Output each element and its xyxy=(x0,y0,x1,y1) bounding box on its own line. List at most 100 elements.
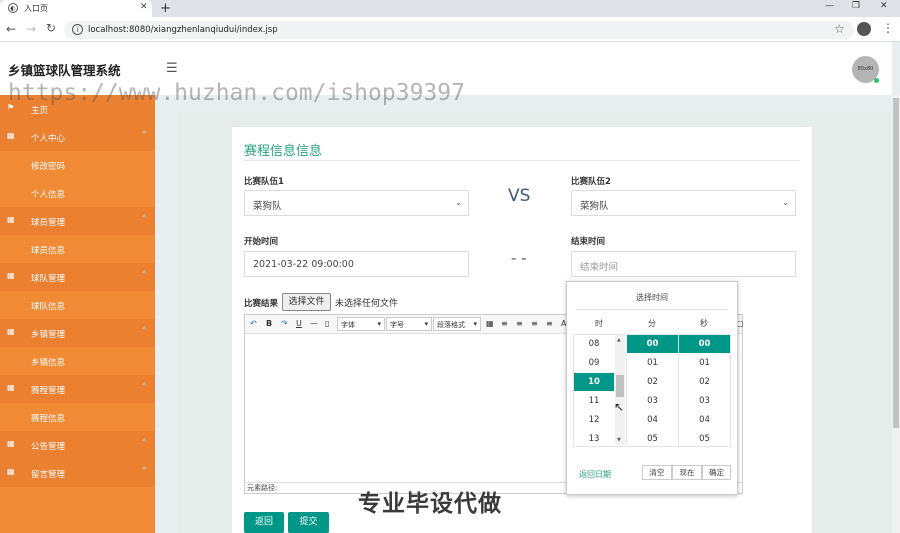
account-icon[interactable] xyxy=(857,22,871,36)
info-icon[interactable]: i xyxy=(72,24,83,35)
hamburger-menu-icon[interactable]: ☰ xyxy=(166,61,178,76)
underline-icon[interactable]: U xyxy=(296,319,302,328)
font-family-select[interactable]: 字体 ▾ xyxy=(337,317,385,331)
hour-cell[interactable]: 12 xyxy=(574,411,614,429)
hour-cell[interactable]: 08 xyxy=(574,335,614,353)
new-tab-icon[interactable]: + xyxy=(160,1,171,16)
sidebar-item-label: 个人中心 xyxy=(31,134,66,144)
title-divider xyxy=(244,160,800,161)
scroll-down-icon[interactable]: ▼ xyxy=(617,437,621,443)
sidebar-item-label: 赛程管理 xyxy=(31,386,66,396)
page-title: 赛程信息信息 xyxy=(244,144,323,159)
sidebar-item[interactable]: ▦ 留言管理 ⌃ xyxy=(0,459,155,487)
minute-cell[interactable]: 04 xyxy=(627,411,678,429)
end-time-input[interactable]: 结束时间 xyxy=(571,251,796,277)
dropdown-icon: ▾ xyxy=(377,320,381,328)
sidebar-item[interactable]: 个人信息 xyxy=(0,179,155,207)
scroll-up-icon[interactable]: ▲ xyxy=(617,337,621,343)
align-center-icon[interactable]: ≡ xyxy=(516,319,523,328)
font-size-select[interactable]: 字号 ▾ xyxy=(386,317,432,331)
sidebar-item[interactable]: ▦ 个人中心 ⌃ xyxy=(0,123,155,151)
align-right-icon[interactable]: ≡ xyxy=(531,319,538,328)
undo-icon[interactable]: ↶ xyxy=(250,319,257,328)
minute-cell[interactable]: 01 xyxy=(627,354,678,372)
close-window-icon[interactable]: ✕ xyxy=(880,1,888,11)
confirm-button[interactable]: 确定 xyxy=(702,465,731,480)
sidebar-item-label: 赛程信息 xyxy=(31,414,66,424)
sidebar-item[interactable]: 赛程信息 xyxy=(0,403,155,431)
chevron-up-icon: ⌃ xyxy=(141,438,148,447)
hour-scrollbar-thumb[interactable] xyxy=(616,375,624,397)
grid-icon: ▦ xyxy=(7,439,15,448)
sidebar-item-label: 球队信息 xyxy=(31,302,66,312)
table-icon[interactable]: ▦ xyxy=(486,319,494,328)
back-button[interactable]: 返回 xyxy=(244,512,284,533)
submit-button[interactable]: 提交 xyxy=(288,512,329,533)
sidebar-item[interactable]: 乡镇信息 xyxy=(0,347,155,375)
page-scrollbar-thumb[interactable] xyxy=(893,98,899,428)
sidebar-item-label: 个人信息 xyxy=(31,190,66,200)
team1-label: 比赛队伍1 xyxy=(244,177,284,187)
sidebar-item[interactable]: ▦ 赛程管理 ⌃ xyxy=(0,375,155,403)
start-time-input[interactable]: 2021-03-22 09:00:00 xyxy=(244,251,469,277)
bookmark-star-icon[interactable]: ☆ xyxy=(834,22,845,36)
hour-cell[interactable]: 11 xyxy=(574,392,614,410)
hour-cell[interactable]: 09 xyxy=(574,354,614,372)
page-icon[interactable]: ▯ xyxy=(325,319,329,328)
browser-tab[interactable]: ◐ 入口页 ✕ xyxy=(0,0,152,17)
horizontal-rule-icon[interactable]: — xyxy=(310,319,318,328)
chevron-up-icon: ⌃ xyxy=(141,270,148,279)
app-title: 乡镇篮球队管理系统 xyxy=(8,63,121,78)
second-cell[interactable]: 02 xyxy=(679,373,730,391)
paragraph-format-value: 段落格式 xyxy=(437,321,465,329)
grid-icon: ▦ xyxy=(7,383,15,392)
time-picker-divider xyxy=(576,309,728,310)
second-cell[interactable]: 03 xyxy=(679,392,730,410)
sidebar-item[interactable]: 球员信息 xyxy=(0,235,155,263)
align-justify-icon[interactable]: ≡ xyxy=(546,319,553,328)
align-left-icon[interactable]: ≡ xyxy=(501,319,508,328)
now-button[interactable]: 现在 xyxy=(672,465,702,480)
back-arrow-icon[interactable]: ← xyxy=(6,22,16,36)
second-cell[interactable]: 00 xyxy=(679,335,730,353)
second-cell[interactable]: 01 xyxy=(679,354,730,372)
minute-column-header: 分 xyxy=(648,319,656,328)
back-to-date-link[interactable]: 返回日期 xyxy=(579,469,611,480)
chevron-up-icon: ⌃ xyxy=(141,466,148,475)
team2-select[interactable]: 菜狗队 ⌄ xyxy=(571,190,796,216)
sidebar-item-label: 修改密码 xyxy=(31,162,66,172)
forward-arrow-icon[interactable]: → xyxy=(26,22,36,36)
close-tab-icon[interactable]: ✕ xyxy=(140,2,148,12)
sidebar-item[interactable]: ▦ 球队管理 ⌃ xyxy=(0,263,155,291)
minute-cell[interactable]: 00 xyxy=(627,335,678,353)
choose-file-button[interactable]: 选择文件 xyxy=(282,293,331,311)
minimize-icon[interactable]: — xyxy=(825,1,834,11)
paragraph-format-select[interactable]: 段落格式 ▾ xyxy=(433,317,481,331)
reload-icon[interactable]: ↻ xyxy=(46,21,56,35)
browser-menu-icon[interactable]: ⋮ xyxy=(882,21,894,35)
team2-value: 菜狗队 xyxy=(580,201,609,212)
sidebar-item[interactable]: 修改密码 xyxy=(0,151,155,179)
sidebar-item[interactable]: 球队信息 xyxy=(0,291,155,319)
redo-icon[interactable]: ↷ xyxy=(281,319,288,328)
minute-cell[interactable]: 05 xyxy=(627,430,678,448)
sidebar-item[interactable]: ▦ 乡镇管理 ⌃ xyxy=(0,319,155,347)
watermark-text: https://www.huzhan.com/ishop39397 xyxy=(8,80,465,106)
second-column-header: 秒 xyxy=(700,319,708,328)
second-cell[interactable]: 04 xyxy=(679,411,730,429)
mouse-cursor-icon: ↖ xyxy=(614,400,625,414)
url-field[interactable]: i localhost:8080/xiangzhenlanqiudui/inde… xyxy=(64,21,854,39)
globe-icon: ◐ xyxy=(8,3,18,13)
minute-cell[interactable]: 02 xyxy=(627,373,678,391)
sidebar-item[interactable]: ▦ 公告管理 ⌃ xyxy=(0,431,155,459)
minute-cell[interactable]: 03 xyxy=(627,392,678,410)
sidebar-item[interactable]: ▦ 球员管理 ⌃ xyxy=(0,207,155,235)
second-cell[interactable]: 05 xyxy=(679,430,730,448)
hour-cell[interactable]: 10 xyxy=(574,373,614,391)
time-picker-title: 选择时间 xyxy=(636,293,668,302)
team1-select[interactable]: 菜狗队 ⌄ xyxy=(244,190,469,216)
hour-cell[interactable]: 13 xyxy=(574,430,614,448)
clear-button[interactable]: 清空 xyxy=(642,465,672,480)
bold-icon[interactable]: B xyxy=(266,319,272,328)
restore-icon[interactable]: ❐ xyxy=(852,1,860,11)
